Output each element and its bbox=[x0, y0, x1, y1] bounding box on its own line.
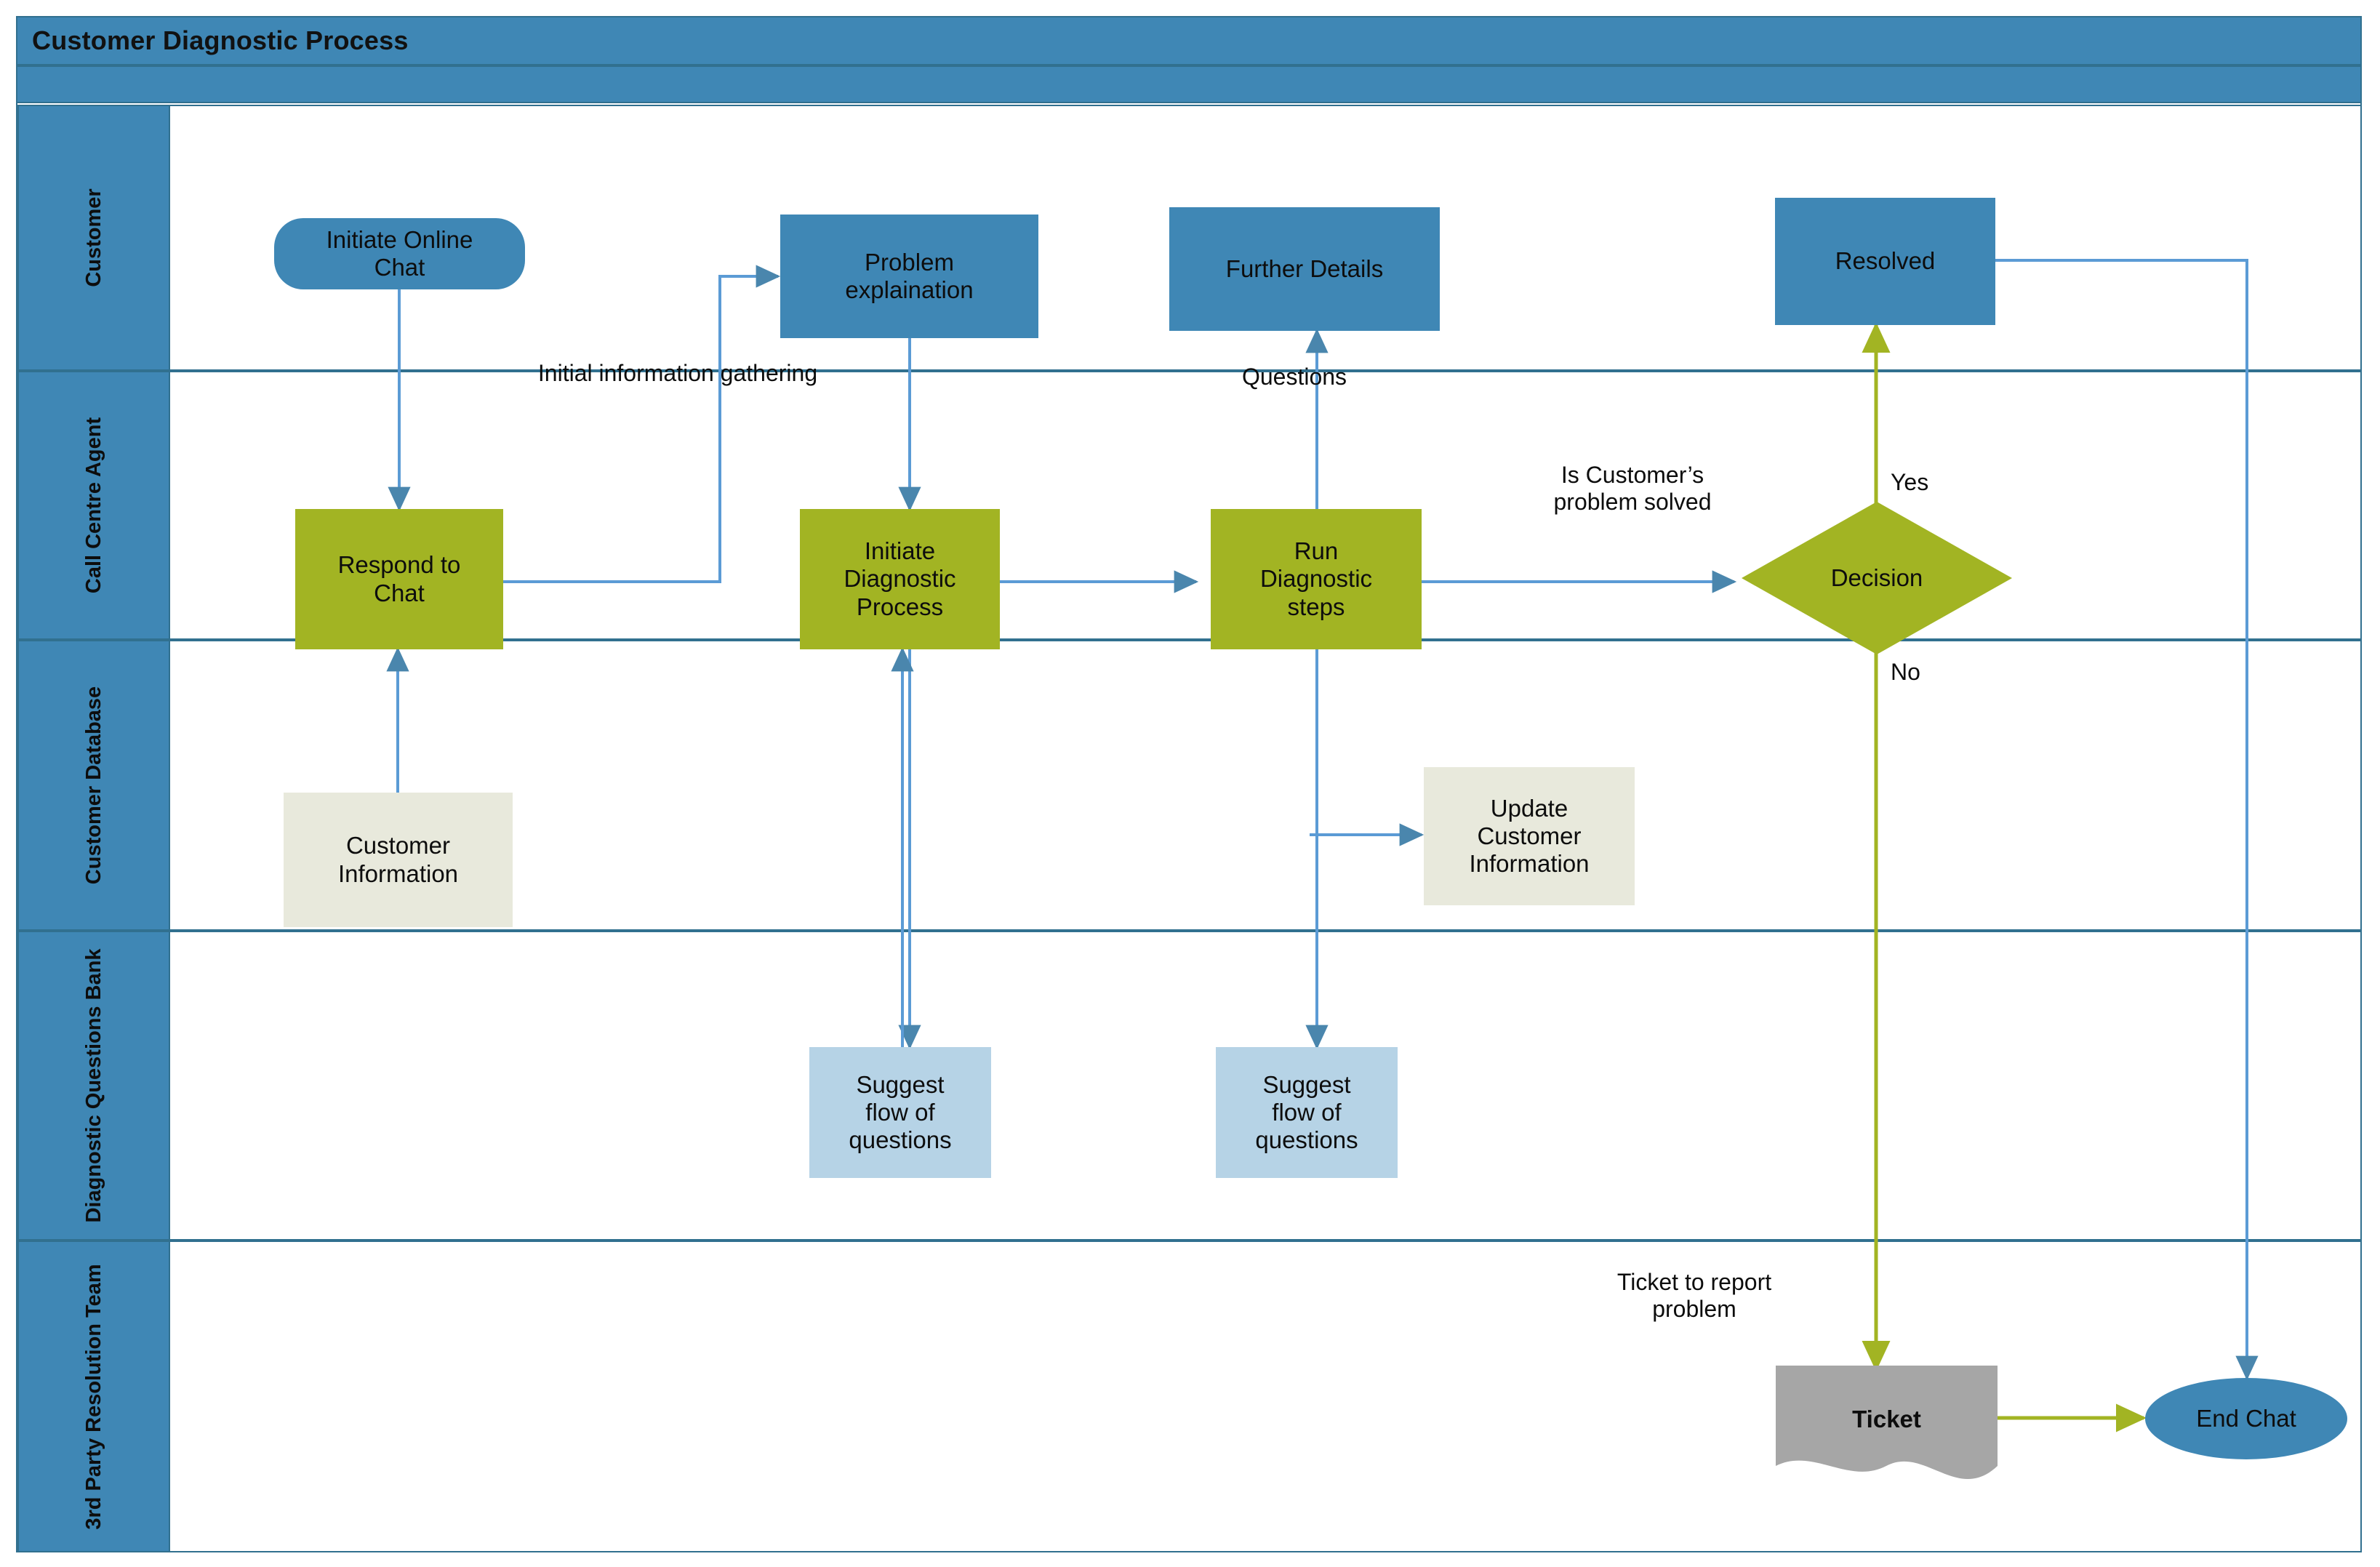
lane-header-qbank[interactable]: Diagnostic Questions Bank bbox=[17, 931, 170, 1241]
node-label: Decision bbox=[1830, 564, 1923, 591]
lane-label-customer: Customer bbox=[81, 188, 105, 287]
lane-label-thirdparty: 3rd Party Resolution Team bbox=[81, 1263, 105, 1530]
edge-label-is-customer-problem-solved: Is Customer’s problem solved bbox=[1553, 462, 1712, 516]
node-label: Resolved bbox=[1835, 247, 1936, 275]
node-suggest-flow-of-questions-1[interactable]: Suggest flow of questions bbox=[809, 1047, 991, 1178]
diagram-title-bar: Customer Diagnostic Process bbox=[16, 16, 2362, 65]
lane-header-thirdparty[interactable]: 3rd Party Resolution Team bbox=[17, 1241, 170, 1552]
node-initiate-online-chat[interactable]: Initiate Online Chat bbox=[274, 218, 525, 289]
edge-label-ticket-to-report-problem: Ticket to report problem bbox=[1616, 1269, 1772, 1323]
node-label: Suggest flow of questions bbox=[849, 1070, 952, 1154]
diagram-canvas: Customer Diagnostic Process Customer Cal… bbox=[0, 0, 2380, 1567]
node-problem-explaination[interactable]: Problem explaination bbox=[780, 215, 1038, 338]
node-update-customer-information[interactable]: Update Customer Information bbox=[1424, 767, 1635, 905]
lane-label-database: Customer Database bbox=[81, 686, 105, 885]
node-decision[interactable]: Decision bbox=[1742, 502, 2012, 654]
node-label: Update Customer Information bbox=[1469, 794, 1590, 878]
node-ticket[interactable]: Ticket bbox=[1776, 1366, 1998, 1489]
node-initiate-diagnostic-process[interactable]: Initiate Diagnostic Process bbox=[800, 509, 1000, 649]
node-label: Run Diagnostic steps bbox=[1259, 537, 1373, 620]
node-respond-to-chat[interactable]: Respond to Chat bbox=[295, 509, 503, 649]
node-further-details[interactable]: Further Details bbox=[1169, 207, 1440, 331]
node-label: Respond to Chat bbox=[337, 551, 461, 606]
node-label: Suggest flow of questions bbox=[1255, 1070, 1358, 1154]
node-suggest-flow-of-questions-2[interactable]: Suggest flow of questions bbox=[1216, 1047, 1398, 1178]
node-label: Ticket bbox=[1852, 1406, 1921, 1432]
node-label: Initiate Online Chat bbox=[326, 225, 473, 281]
edge-label-no: No bbox=[1891, 659, 1920, 685]
lane-header-database[interactable]: Customer Database bbox=[17, 640, 170, 931]
node-end-chat[interactable]: End Chat bbox=[2145, 1378, 2347, 1459]
lane-label-agent: Call Centre Agent bbox=[81, 417, 105, 594]
lane-header-agent[interactable]: Call Centre Agent bbox=[17, 371, 170, 640]
phase-bar bbox=[16, 65, 2362, 103]
lane-band-thirdparty bbox=[170, 1241, 2362, 1552]
node-label: End Chat bbox=[2196, 1404, 2296, 1432]
node-label: Customer Information bbox=[337, 832, 459, 887]
edge-label-questions: Questions bbox=[1241, 364, 1347, 390]
edge-label-yes: Yes bbox=[1891, 469, 1929, 495]
node-label: Problem explaination bbox=[845, 248, 974, 303]
node-label: Further Details bbox=[1225, 255, 1384, 282]
lane-header-customer[interactable]: Customer bbox=[17, 105, 170, 371]
diagram-title: Customer Diagnostic Process bbox=[32, 25, 409, 55]
node-customer-information[interactable]: Customer Information bbox=[284, 793, 513, 927]
lane-label-qbank: Diagnostic Questions Bank bbox=[81, 948, 105, 1223]
edge-label-initial-information-gathering: Initial information gathering bbox=[537, 360, 818, 386]
node-label: Initiate Diagnostic Process bbox=[844, 537, 956, 620]
node-run-diagnostic-steps[interactable]: Run Diagnostic steps bbox=[1211, 509, 1422, 649]
node-resolved[interactable]: Resolved bbox=[1775, 198, 1995, 325]
